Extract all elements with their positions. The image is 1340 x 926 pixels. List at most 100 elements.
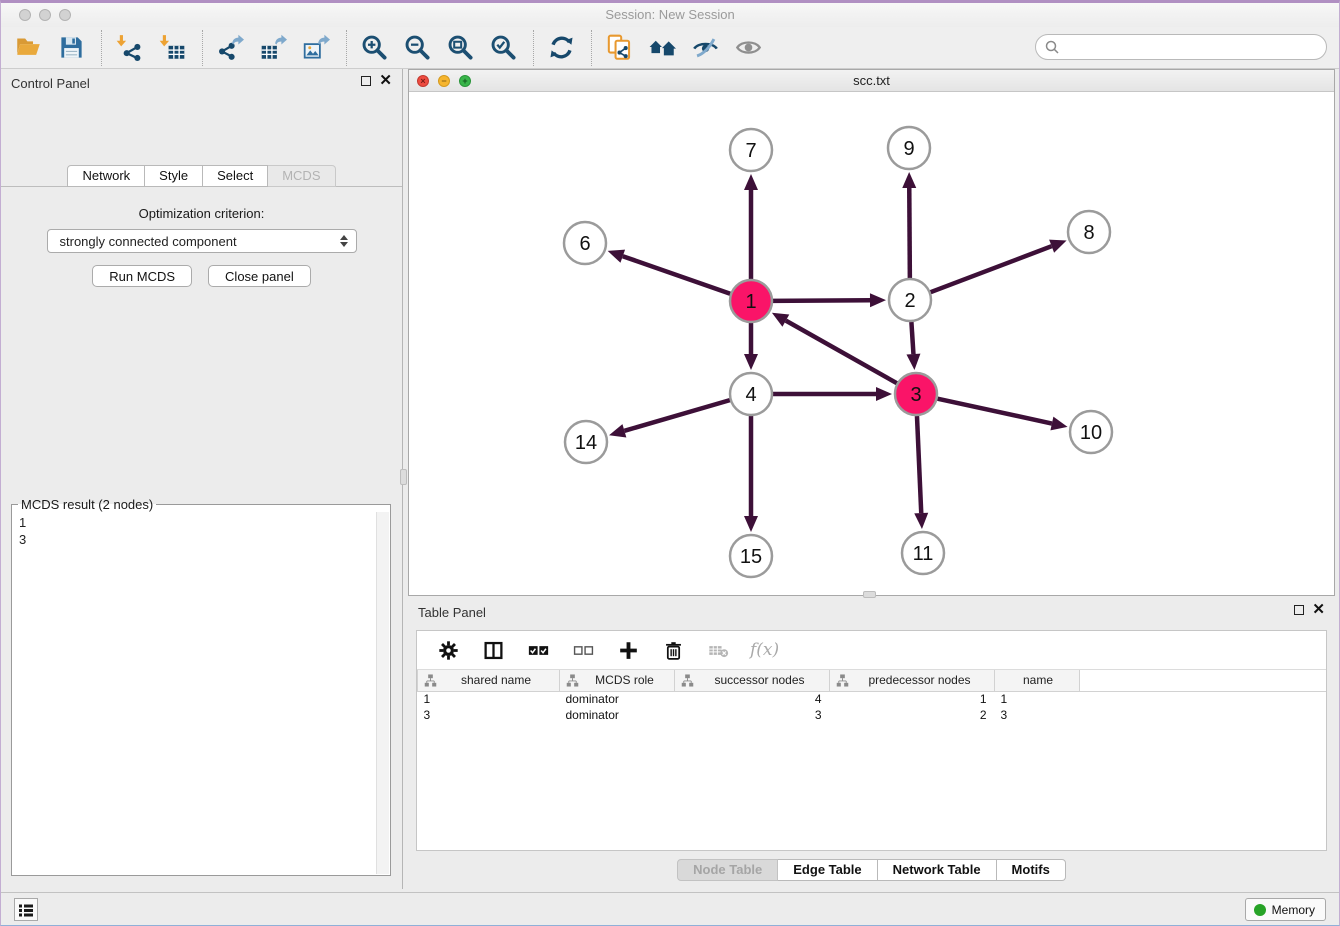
table-panel-float-button[interactable]	[1294, 605, 1304, 615]
tab-node-table[interactable]: Node Table	[677, 859, 778, 881]
run-mcds-button[interactable]: Run MCDS	[92, 265, 192, 287]
function-builder-button[interactable]: f(x)	[750, 640, 779, 660]
graph-edge-2-3[interactable]	[911, 322, 913, 354]
tab-select[interactable]: Select	[203, 165, 268, 187]
tab-motifs[interactable]: Motifs	[997, 859, 1066, 881]
refresh-view-button[interactable]	[544, 31, 578, 65]
column-header-predecessor-nodes[interactable]: predecessor nodes	[830, 670, 995, 691]
zoom-in-button[interactable]	[357, 31, 391, 65]
export-image-button[interactable]	[299, 31, 333, 65]
open-folder-icon	[15, 34, 42, 61]
cell-predecessor-nodes[interactable]: 2	[830, 707, 995, 723]
cell-successor-nodes[interactable]: 3	[675, 707, 830, 723]
delete-columns-button[interactable]	[660, 637, 686, 663]
control-panel-float-button[interactable]	[361, 76, 371, 86]
zoom-out-button[interactable]	[400, 31, 434, 65]
graph-edge-3-10[interactable]	[937, 399, 1051, 424]
graph-edge-4-14[interactable]	[624, 400, 729, 431]
column-header-successor-nodes[interactable]: successor nodes	[675, 670, 830, 691]
search-box[interactable]	[1035, 34, 1327, 60]
table-toolbar: f(x)	[417, 631, 1326, 670]
horizontal-splitter-handle[interactable]	[863, 591, 876, 598]
control-panel-title: Control Panel	[11, 76, 90, 91]
graph-node-6[interactable]: 6	[564, 222, 606, 264]
svg-text:3: 3	[910, 384, 921, 406]
cell-successor-nodes[interactable]: 4	[675, 691, 830, 707]
cell-mcds-role[interactable]: dominator	[560, 691, 675, 707]
network-window-titlebar: × − + scc.txt	[409, 70, 1334, 92]
cell-shared-name[interactable]: 1	[418, 691, 560, 707]
cell-name[interactable]: 1	[995, 691, 1080, 707]
graph-node-15[interactable]: 15	[730, 535, 772, 577]
cell-predecessor-nodes[interactable]: 1	[830, 691, 995, 707]
delete-table-button[interactable]	[705, 637, 731, 663]
graph-node-9[interactable]: 9	[888, 127, 930, 169]
graph-edge-3-11[interactable]	[917, 416, 921, 513]
tab-network-table[interactable]: Network Table	[878, 859, 997, 881]
create-column-button[interactable]	[615, 637, 641, 663]
network-canvas[interactable]: 7 9 6 8 1 2 4 3 14 10 15 11	[409, 92, 1334, 595]
mcds-result-item[interactable]: 1	[19, 514, 376, 531]
save-session-button[interactable]	[54, 31, 88, 65]
export-table-button[interactable]	[256, 31, 290, 65]
graph-node-7[interactable]: 7	[730, 129, 772, 171]
graph-node-8[interactable]: 8	[1068, 211, 1110, 253]
memory-button[interactable]: Memory	[1245, 898, 1326, 921]
select-all-columns-button[interactable]	[525, 637, 551, 663]
graph-node-10[interactable]: 10	[1070, 411, 1112, 453]
tab-network[interactable]: Network	[67, 165, 145, 187]
column-header-mcds-role[interactable]: MCDS role	[560, 670, 675, 691]
graph-node-4[interactable]: 4	[730, 373, 772, 415]
cell-name[interactable]: 3	[995, 707, 1080, 723]
create-network-from-file-button[interactable]	[602, 31, 636, 65]
mcds-panel: Optimization criterion: strongly connect…	[1, 186, 402, 889]
graph-node-14[interactable]: 14	[565, 421, 607, 463]
table-row[interactable]: 3 dominator 3 2 3	[418, 707, 1327, 723]
mcds-result-item[interactable]: 3	[19, 531, 376, 548]
graph-edge-2-9[interactable]	[909, 188, 910, 278]
unchecked-boxes-icon	[573, 640, 594, 661]
network-graph[interactable]: 7 9 6 8 1 2 4 3 14 10 15 11	[409, 92, 1334, 595]
graph-node-1[interactable]: 1	[730, 280, 772, 322]
table-settings-button[interactable]	[435, 637, 461, 663]
tab-mcds[interactable]: MCDS	[268, 165, 335, 187]
table-panel-close-button[interactable]: ✕	[1312, 605, 1325, 615]
tab-edge-table[interactable]: Edge Table	[778, 859, 877, 881]
graph-edge-1-2[interactable]	[773, 300, 870, 301]
column-header-shared-name[interactable]: shared name	[418, 670, 560, 691]
panel-splitter-handle[interactable]	[400, 469, 407, 485]
zoom-selected-button[interactable]	[486, 31, 520, 65]
zoom-fit-button[interactable]	[443, 31, 477, 65]
search-input[interactable]	[1060, 40, 1326, 55]
show-column-panel-button[interactable]	[480, 637, 506, 663]
deselect-all-columns-button[interactable]	[570, 637, 596, 663]
first-neighbors-button[interactable]	[645, 31, 679, 65]
show-details-button[interactable]	[731, 31, 765, 65]
mcds-result-scrollbar[interactable]	[376, 512, 389, 874]
tab-style[interactable]: Style	[145, 165, 203, 187]
graph-edge-2-8[interactable]	[931, 246, 1052, 292]
svg-text:2: 2	[904, 290, 915, 312]
cell-mcds-role[interactable]: dominator	[560, 707, 675, 723]
checked-boxes-icon	[528, 640, 549, 661]
control-panel-close-button[interactable]: ✕	[379, 76, 392, 86]
task-history-button[interactable]	[14, 898, 38, 921]
graph-node-2[interactable]: 2	[889, 279, 931, 321]
cell-shared-name[interactable]: 3	[418, 707, 560, 723]
export-network-button[interactable]	[213, 31, 247, 65]
mcds-result-list[interactable]: 1 3	[13, 512, 376, 874]
mcds-result-title: MCDS result (2 nodes)	[18, 497, 156, 512]
graph-edge-1-6[interactable]	[623, 256, 730, 294]
control-panel-header: Control Panel ✕	[1, 69, 402, 97]
graph-node-11[interactable]: 11	[902, 532, 944, 574]
table-row[interactable]: 1 dominator 4 1 1	[418, 691, 1327, 707]
hide-details-button[interactable]	[688, 31, 722, 65]
graph-edge-3-1[interactable]	[786, 321, 897, 384]
close-panel-button[interactable]: Close panel	[208, 265, 311, 287]
import-table-button[interactable]	[155, 31, 189, 65]
optimization-criterion-select[interactable]: strongly connected component	[47, 229, 357, 253]
open-session-button[interactable]	[11, 31, 45, 65]
graph-node-3[interactable]: 3	[895, 373, 937, 415]
import-network-button[interactable]	[112, 31, 146, 65]
column-header-name[interactable]: name	[995, 670, 1080, 691]
